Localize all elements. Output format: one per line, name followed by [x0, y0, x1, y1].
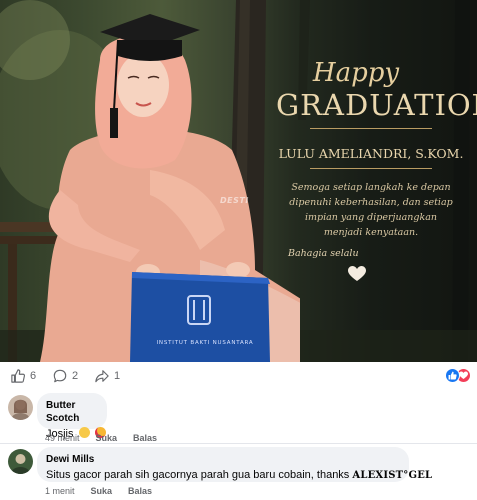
diploma-cover-text: INSTITUT BAKTI NUSANTARA	[156, 340, 254, 346]
comment-bubble: Butter Scotch Josjis	[37, 393, 107, 440]
comment-button[interactable]: 2	[53, 368, 78, 384]
card-signature: Bahagia selalu	[288, 248, 359, 259]
comment-body: Situs gacor parah sih gacornya parah gua…	[46, 469, 350, 481]
avatar[interactable]	[8, 395, 33, 420]
comment-author[interactable]: Dewi Mills	[46, 453, 399, 466]
share-count: 1	[114, 370, 121, 382]
card-quote-line: Semoga setiap langkah ke depan	[291, 182, 451, 193]
comment-highlight: ALEXIST°GEL	[352, 470, 433, 481]
graduation-card-text: Happy GRADUATION LULU AMELIANDRI, S.KOM.…	[276, 0, 477, 362]
card-happy: Happy	[312, 58, 400, 88]
like-button[interactable]: 6	[11, 368, 36, 384]
share-icon	[95, 370, 109, 383]
post-image[interactable]: INSTITUT BAKTI NUSANTARA DESTI Happy GRA…	[0, 0, 477, 362]
like-icon	[445, 368, 460, 383]
comment-meta: 1 menit Suka Balas	[45, 486, 152, 496]
comment-reply-button[interactable]: Balas	[133, 433, 157, 443]
reaction-summary[interactable]	[445, 368, 472, 383]
comment-meta: 49 menit Suka Balas	[45, 433, 157, 443]
comment-bubble: Dewi Mills Situs gacor parah sih gacorny…	[37, 447, 432, 483]
like-count: 6	[30, 370, 37, 382]
graduate-figure	[40, 14, 300, 362]
card-quote-line: impian yang diperjuangkan	[304, 212, 438, 223]
comment-divider	[0, 443, 477, 444]
comment-reply-button[interactable]: Balas	[128, 486, 152, 496]
share-button[interactable]: 1	[95, 368, 120, 384]
card-quote-line: menjadi kenyataan.	[323, 227, 419, 238]
reaction-bar: 6 2 1	[0, 362, 477, 390]
card-graduation: GRADUATION	[276, 88, 477, 122]
comment-like-button[interactable]: Suka	[96, 433, 118, 443]
card-rule-top	[310, 128, 432, 129]
comment-author[interactable]: Butter Scotch	[46, 399, 97, 425]
comment-count: 2	[72, 370, 79, 382]
avatar[interactable]	[8, 449, 33, 474]
card-quote-line: dipenuhi keberhasilan, dan setiap	[289, 197, 453, 208]
comment-time[interactable]: 49 menit	[45, 433, 80, 443]
photo-watermark: DESTI	[220, 196, 249, 205]
card-graduate-name: LULU AMELIANDRI, S.KOM.	[278, 146, 464, 161]
comment-time[interactable]: 1 menit	[45, 486, 75, 496]
card-quote: Semoga setiap langkah ke depan dipenuhi …	[276, 180, 466, 240]
comment-like-button[interactable]: Suka	[91, 486, 113, 496]
heart-icon	[348, 266, 366, 281]
card-rule-bottom	[310, 168, 432, 169]
thumbs-up-icon	[11, 369, 25, 383]
comment-text: Situs gacor parah sih gacornya parah gua…	[46, 468, 432, 483]
comment-icon	[53, 369, 67, 383]
